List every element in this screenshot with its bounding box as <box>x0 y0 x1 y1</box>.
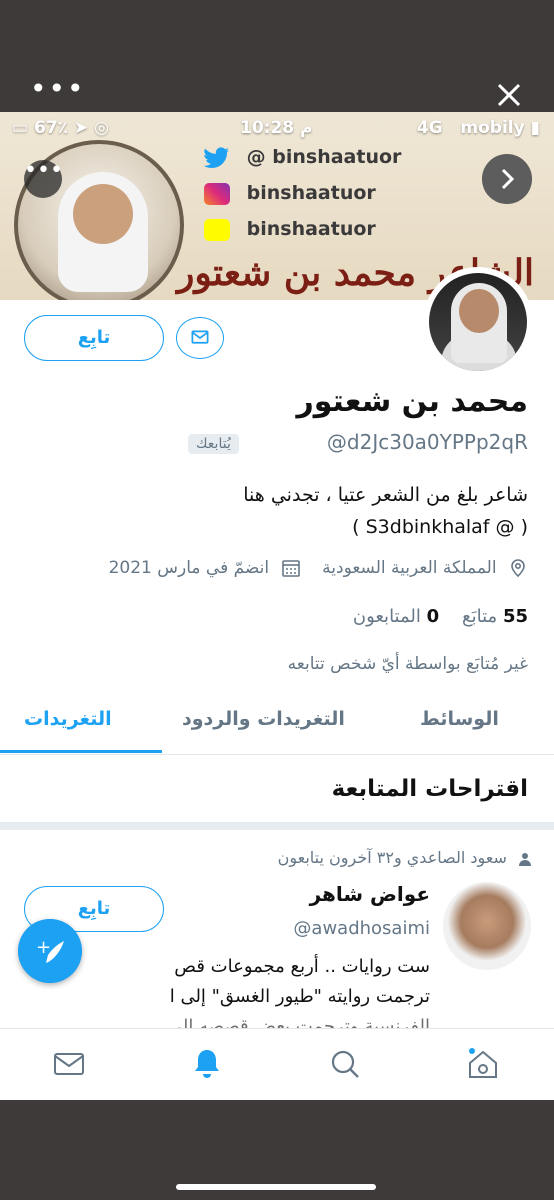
instagram-icon <box>204 182 230 205</box>
instagram-link: binshaatuor <box>204 182 376 205</box>
tab-tweets[interactable]: التغريدات <box>24 708 112 730</box>
battery-indicator: ▭ 67٪ ➤ ◎ <box>12 118 109 138</box>
search-icon[interactable] <box>328 1047 362 1081</box>
suggestion-avatar[interactable] <box>443 882 531 970</box>
followers-count: 0 <box>426 606 440 627</box>
mail-icon[interactable] <box>52 1047 86 1081</box>
location-text: المملكة العربية السعودية <box>322 558 497 578</box>
suggestion-handle: @awadhosaimi <box>293 918 430 939</box>
snapchat-icon <box>204 218 230 241</box>
screenshot-frame: ▭ 67٪ ➤ ◎ 10:28 م 4G mobily ▮ ••• @ bins… <box>0 112 554 1100</box>
home-icon[interactable] <box>466 1047 500 1081</box>
instagram-handle: binshaatuor <box>246 182 376 204</box>
follow-stats: 55 متابَع 0 المتابعون <box>353 606 528 627</box>
more-icon[interactable]: ••• <box>24 160 63 198</box>
bell-icon[interactable] <box>190 1047 224 1081</box>
profile-name: محمد بن شعتور <box>296 384 528 419</box>
close-icon[interactable] <box>494 80 524 110</box>
followers-stat[interactable]: 0 المتابعون <box>353 606 439 627</box>
suggestion-bio-line-1: ست روايات .. أربع مجموعات قص <box>174 956 430 977</box>
profile-avatar[interactable] <box>423 267 533 377</box>
carrier-name: mobily <box>460 118 525 138</box>
joined-text: انضمّ في مارس 2021 <box>108 558 270 578</box>
network-type: 4G <box>416 118 443 138</box>
bottom-bar <box>0 1100 554 1200</box>
twitter-link: @ binshaatuor <box>204 146 401 169</box>
following-count: 55 <box>502 606 528 627</box>
profile-meta: المملكة العربية السعودية انضمّ في مارس 2… <box>109 558 528 578</box>
profile-tabs: التغريدات التغريدات والردود الوسائط <box>0 692 554 755</box>
suggestion-name[interactable]: عواض شاهر <box>310 882 430 906</box>
clock: 10:28 م <box>240 118 313 138</box>
not-followed-note: غير مُتابَع بواسطة أيّ شخص تتابعه <box>287 654 528 674</box>
tab-tweets-and-replies[interactable]: التغريدات والردود <box>182 708 345 730</box>
bottom-nav <box>0 1028 554 1100</box>
suggestion-context-text: سعود الصاعدي و٣٢ آخرون يتابعون <box>277 848 507 867</box>
chevron-right-icon[interactable] <box>482 154 532 204</box>
battery-level: 67٪ <box>33 118 69 138</box>
bio-line-2[interactable]: ( @ S3dbinkhalaf ) <box>352 516 528 538</box>
location-pin-icon <box>511 559 525 578</box>
tab-media[interactable]: الوسائط <box>420 708 499 730</box>
active-tab-indicator <box>0 750 162 753</box>
compose-tweet-button[interactable]: + <box>18 919 82 983</box>
twitter-icon <box>204 146 229 168</box>
following-label: متابَع <box>462 606 498 627</box>
following-stat[interactable]: 55 متابَع <box>462 606 528 627</box>
snapchat-handle: binshaatuor <box>246 218 376 240</box>
more-options-icon[interactable]: ••• <box>30 75 84 103</box>
person-icon <box>519 852 531 866</box>
suggestions-title: اقتراحات المتابعة <box>331 776 528 802</box>
calendar-icon <box>281 560 300 577</box>
top-bar: ••• <box>0 0 554 112</box>
snapchat-link: binshaatuor <box>204 218 376 241</box>
twitter-handle: @ binshaatuor <box>246 146 402 168</box>
profile-handle: @d2Jc30a0YPPp2qR <box>326 430 528 454</box>
message-button[interactable] <box>176 317 224 359</box>
home-indicator[interactable] <box>176 1184 376 1190</box>
suggestion-context: سعود الصاعدي و٣٢ آخرون يتابعون <box>278 848 532 867</box>
follows-you-badge: يُتابعك <box>188 434 239 454</box>
section-divider <box>0 822 554 830</box>
status-bar: ▭ 67٪ ➤ ◎ 10:28 م 4G mobily ▮ <box>0 116 554 142</box>
follow-button[interactable]: تابِع <box>24 315 164 361</box>
carrier-info: 4G mobily ▮ <box>416 118 540 138</box>
bio-line-1: شاعر بلغ من الشعر عتيا ، تجدني هنا <box>243 484 528 506</box>
followers-label: المتابعون <box>352 606 421 627</box>
suggestion-bio-line-2: ترجمت روايته "طيور الغسق" إلى ا <box>169 986 430 1007</box>
